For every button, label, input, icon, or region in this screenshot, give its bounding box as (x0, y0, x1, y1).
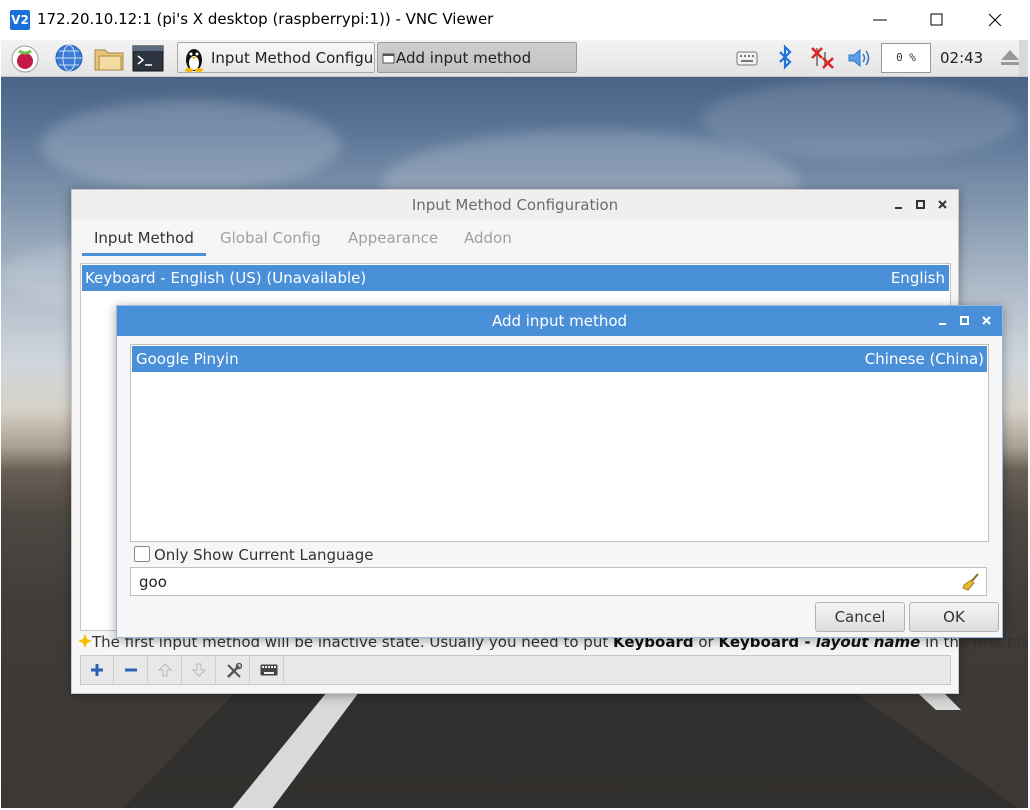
input-method-language: English (890, 269, 945, 287)
task-label: Add input method (396, 49, 532, 67)
clear-broom-icon[interactable] (962, 573, 980, 591)
folder-icon (94, 49, 124, 71)
bluetooth-icon[interactable] (774, 44, 796, 72)
raspberry-icon (11, 45, 39, 73)
terminal-icon (132, 45, 164, 72)
tab-input-method[interactable]: Input Method (82, 223, 206, 256)
network-disconnected-icon[interactable] (809, 44, 837, 72)
tab-global-config[interactable]: Global Config (220, 223, 321, 256)
file-manager-launcher[interactable] (93, 43, 125, 73)
minimize-button[interactable] (852, 0, 910, 40)
plus-icon (91, 664, 103, 676)
minimize-icon[interactable] (936, 314, 950, 328)
tux-icon (185, 49, 203, 72)
remove-input-method-button[interactable] (115, 656, 148, 684)
cloud (701, 80, 1021, 160)
search-input[interactable] (137, 571, 941, 593)
close-icon[interactable] (980, 314, 994, 328)
window-icon (382, 53, 395, 64)
minimize-icon (873, 19, 887, 21)
imc-title: Input Method Configuration (411, 196, 619, 214)
vnc-titlebar: V2 172.20.10.12:1 (pi's X desktop (raspb… (0, 0, 1030, 40)
list-item[interactable]: Keyboard - English (US) (Unavailable) En… (82, 265, 949, 291)
maximize-button[interactable] (909, 0, 967, 40)
imc-toolbar (80, 655, 951, 685)
browser-launcher[interactable] (53, 43, 85, 73)
input-method-language: Chinese (China) (864, 350, 984, 368)
sparkle-icon (78, 634, 92, 648)
keyboard-icon (260, 664, 278, 676)
tab-addon[interactable]: Addon (464, 223, 512, 256)
arrow-up-icon (158, 663, 172, 677)
minus-icon (125, 668, 137, 672)
list-item[interactable]: Google Pinyin Chinese (China) (132, 346, 987, 372)
aim-title: Add input method (491, 312, 628, 330)
add-input-method-button[interactable] (81, 656, 114, 684)
raspberry-menu-button[interactable] (9, 43, 41, 73)
available-input-method-list[interactable]: Google Pinyin Chinese (China) (130, 344, 989, 542)
tab-appearance[interactable]: Appearance (348, 223, 438, 256)
terminal-launcher[interactable] (132, 43, 164, 73)
task-add-input-method[interactable]: Add input method (377, 42, 577, 73)
maximize-icon[interactable] (958, 314, 972, 328)
only-show-current-language-option[interactable]: Only Show Current Language (134, 546, 374, 566)
only-show-current-language-checkbox[interactable] (134, 546, 150, 562)
move-down-button[interactable] (183, 656, 216, 684)
globe-icon (55, 44, 83, 72)
arrow-down-icon (192, 663, 206, 677)
move-up-button[interactable] (149, 656, 182, 684)
add-input-method-dialog: Add input method Google Pinyin Chinese (… (116, 305, 1003, 638)
only-show-current-language-label: Only Show Current Language (154, 546, 374, 564)
eject-icon[interactable] (999, 48, 1021, 68)
aim-titlebar[interactable]: Add input method (117, 306, 1002, 336)
tools-icon (227, 663, 242, 678)
input-method-name: Google Pinyin (136, 350, 239, 368)
task-label: Input Method Configu... (211, 49, 375, 67)
volume-icon[interactable] (846, 44, 874, 72)
maximize-icon[interactable] (914, 198, 928, 212)
task-input-method-config[interactable]: Input Method Configu... (177, 42, 375, 73)
close-icon[interactable] (936, 198, 950, 212)
cancel-button[interactable]: Cancel (815, 602, 905, 632)
taskbar-panel: Input Method Configu... Add input method… (1, 40, 1028, 77)
search-field[interactable] (130, 567, 987, 596)
maximize-icon (930, 13, 943, 26)
keyboard-layout-button[interactable] (251, 656, 284, 684)
input-method-name: Keyboard - English (US) (Unavailable) (85, 269, 367, 287)
configure-button[interactable] (217, 656, 250, 684)
close-icon (988, 13, 1002, 27)
cpu-monitor[interactable]: 0 % (881, 43, 931, 73)
cloud (41, 100, 341, 190)
keyboard-tray-icon[interactable] (735, 44, 759, 72)
minimize-icon[interactable] (892, 198, 906, 212)
remote-desktop: Input Method Configu... Add input method… (1, 40, 1028, 808)
panel-edge (1019, 40, 1028, 76)
imc-titlebar[interactable]: Input Method Configuration (72, 190, 958, 220)
clock[interactable]: 02:43 (940, 49, 983, 67)
vnc-logo-icon: V2 (10, 10, 30, 30)
ok-button[interactable]: OK (909, 602, 999, 632)
window-title: 172.20.10.12:1 (pi's X desktop (raspberr… (37, 10, 494, 28)
close-button[interactable] (967, 0, 1025, 40)
